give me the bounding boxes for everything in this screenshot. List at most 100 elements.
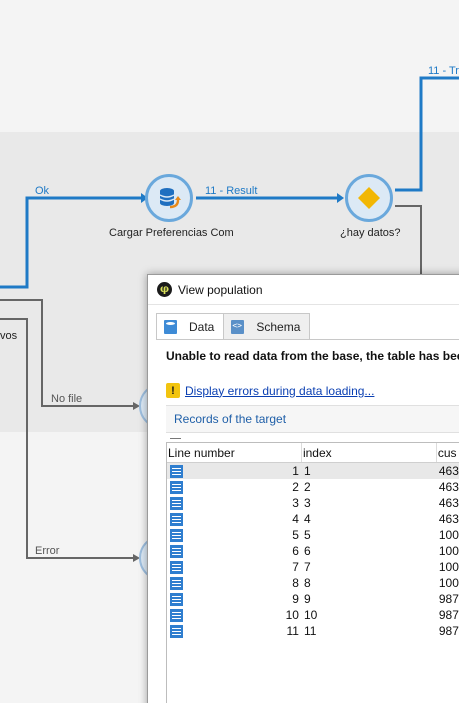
- cargar-preferencias-label: Cargar Preferencias Com: [109, 227, 234, 239]
- cargar-preferencias-node[interactable]: [145, 174, 193, 222]
- records-header-label: Records of the target: [174, 412, 287, 426]
- line-number-cell: 10: [167, 607, 302, 623]
- cus-cell: 463: [438, 496, 459, 510]
- table-row[interactable]: 2 2 463: [167, 479, 459, 495]
- index-cell: 3: [303, 496, 311, 510]
- line-number-value: 7: [292, 560, 299, 574]
- line-number-value: 5: [292, 528, 299, 542]
- truncated-node-label: vos: [0, 330, 18, 342]
- line-number-cell: 9: [167, 591, 302, 607]
- cus-cell: 100: [438, 576, 459, 590]
- table-row[interactable]: 10 10 987: [167, 607, 459, 623]
- table-row[interactable]: 9 9 987: [167, 591, 459, 607]
- ok-label: Ok: [35, 185, 50, 197]
- index-cell: 8: [303, 576, 311, 590]
- ok-transition: [0, 196, 141, 289]
- cus-cell: 463: [438, 512, 459, 526]
- index-cell: 11: [303, 624, 317, 638]
- window-title: View population: [178, 282, 263, 297]
- warning-icon: !: [166, 383, 180, 398]
- result-label: 11 - Result: [205, 185, 258, 197]
- line-number-value: 2: [292, 480, 299, 494]
- record-icon: [170, 512, 183, 526]
- column-header-cus[interactable]: cus: [437, 443, 459, 462]
- record-icon: [170, 608, 183, 622]
- hay-datos-node[interactable]: [345, 174, 393, 222]
- table-row[interactable]: 3 3 463: [167, 495, 459, 511]
- line-number-cell: 3: [167, 495, 302, 511]
- top-right-transition: [395, 76, 459, 192]
- tab-data[interactable]: Data: [156, 313, 225, 340]
- cus-cell: 987: [438, 624, 459, 638]
- index-cell: 9: [303, 592, 311, 606]
- line-number-value: 4: [292, 512, 299, 526]
- record-icon: [170, 592, 183, 606]
- cus-cell: 100: [438, 560, 459, 574]
- column-header-index[interactable]: index: [302, 443, 437, 462]
- view-population-window[interactable]: φ View population Data Schema Unable to …: [147, 274, 459, 703]
- line-number-cell: 5: [167, 527, 302, 543]
- hay-datos-no-transition: [395, 205, 422, 274]
- table-row[interactable]: 8 8 100: [167, 575, 459, 591]
- index-cell: 6: [303, 544, 311, 558]
- index-cell: 7: [303, 560, 311, 574]
- record-icon: [170, 464, 183, 478]
- no-file-label: No file: [51, 393, 83, 405]
- line-number-cell: 2: [167, 479, 302, 495]
- tab-strip: Data Schema: [156, 313, 311, 340]
- records-table: Line number index cus 1 1 463 2 2 463 3 3 463 4 4 4…: [166, 442, 459, 703]
- record-icon: [170, 560, 183, 574]
- table-body: 1 1 463 2 2 463 3 3 463 4 4 463 5 5 100 6 6 100 7 7 100 8 8 100…: [167, 463, 459, 639]
- diamond-test-icon: [358, 187, 380, 209]
- record-icon: [170, 624, 183, 638]
- collapse-handle[interactable]: [170, 438, 181, 439]
- no-file-arrowhead: [133, 402, 140, 410]
- line-number-cell: 7: [167, 559, 302, 575]
- index-cell: 10: [303, 608, 318, 622]
- table-row[interactable]: 5 5 100: [167, 527, 459, 543]
- error-transition: [0, 318, 133, 559]
- line-number-value: 8: [292, 576, 299, 590]
- cus-cell: 100: [438, 544, 459, 558]
- line-number-cell: 8: [167, 575, 302, 591]
- hay-datos-label: ¿hay datos?: [340, 227, 401, 239]
- error-message: Unable to read data from the base, the t…: [166, 349, 459, 363]
- cus-cell: 463: [438, 480, 459, 494]
- sql-icon: [164, 320, 177, 334]
- line-number-value: 3: [292, 496, 299, 510]
- line-number-cell: 4: [167, 511, 302, 527]
- cus-cell: 463: [438, 464, 459, 478]
- record-icon: [170, 480, 183, 494]
- record-icon: [170, 544, 183, 558]
- display-errors-link[interactable]: Display errors during data loading...: [185, 384, 374, 398]
- records-section-header[interactable]: Records of the target: [166, 405, 459, 433]
- database-load-icon: [159, 188, 181, 209]
- record-icon: [170, 576, 183, 590]
- no-file-transition: [0, 299, 133, 407]
- schema-icon: [231, 319, 245, 334]
- table-header: Line number index cus: [167, 443, 459, 463]
- cus-cell: 100: [438, 528, 459, 542]
- tab-data-label: Data: [189, 320, 215, 334]
- cus-cell: 987: [438, 592, 459, 606]
- error-arrowhead: [133, 554, 140, 562]
- line-number-value: 11: [286, 624, 299, 638]
- window-titlebar[interactable]: φ View population: [148, 275, 459, 305]
- table-row[interactable]: 7 7 100: [167, 559, 459, 575]
- index-cell: 5: [303, 528, 311, 542]
- line-number-value: 10: [285, 608, 299, 622]
- table-row[interactable]: 11 11 987: [167, 623, 459, 639]
- table-row[interactable]: 6 6 100: [167, 543, 459, 559]
- table-row[interactable]: 1 1 463: [167, 463, 459, 479]
- app-logo-icon: φ: [157, 282, 172, 297]
- errors-link-row: ! Display errors during data loading...: [166, 383, 374, 398]
- index-cell: 4: [303, 512, 311, 526]
- line-number-cell: 6: [167, 543, 302, 559]
- tab-divider: [156, 339, 459, 340]
- index-cell: 2: [303, 480, 311, 494]
- column-header-line-number[interactable]: Line number: [167, 443, 302, 462]
- index-cell: 1: [303, 464, 311, 478]
- tab-schema[interactable]: Schema: [223, 313, 311, 339]
- table-row[interactable]: 4 4 463: [167, 511, 459, 527]
- tab-schema-label: Schema: [256, 319, 301, 334]
